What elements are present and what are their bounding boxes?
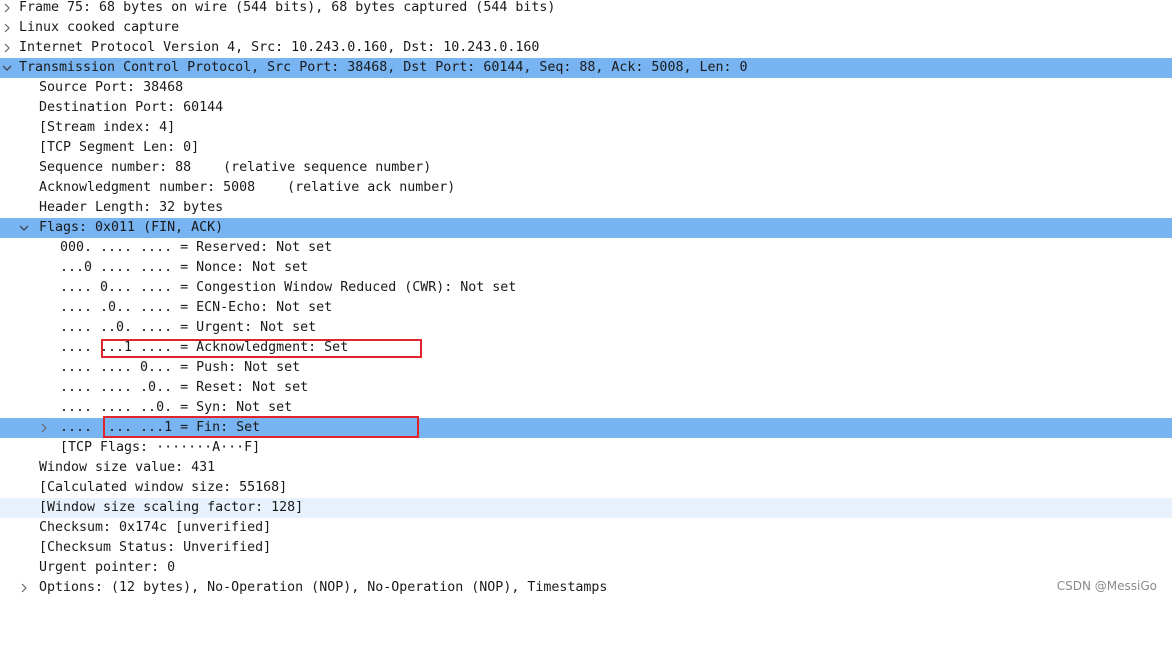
tree-row-flags[interactable]: Flags: 0x011 (FIN, ACK): [0, 218, 1172, 238]
tree-row-label: .... .... 0... = Push: Not set: [60, 360, 301, 375]
tree-row-sequence-number[interactable]: Sequence number: 88 (relative sequence n…: [0, 158, 1172, 178]
tree-row-label: .... .... ..0. = Syn: Not set: [60, 400, 293, 415]
tree-row-flag-push[interactable]: .... .... 0... = Push: Not set: [0, 358, 1172, 378]
tree-row-ack-number[interactable]: Acknowledgment number: 5008 (relative ac…: [0, 178, 1172, 198]
tree-row-label: [Calculated window size: 55168]: [39, 480, 288, 495]
tree-row-label: Sequence number: 88 (relative sequence n…: [39, 160, 432, 175]
packet-details-tree: Frame 75: 68 bytes on wire (544 bits), 6…: [0, 0, 1172, 598]
tree-row-window-size[interactable]: Window size value: 431: [0, 458, 1172, 478]
chevron-right-icon[interactable]: [1, 18, 13, 38]
tree-row-stream-index[interactable]: [Stream index: 4]: [0, 118, 1172, 138]
tree-row-label: Internet Protocol Version 4, Src: 10.243…: [19, 40, 540, 55]
tree-row-label: Linux cooked capture: [19, 20, 180, 35]
tree-row-label: Checksum: 0x174c [unverified]: [39, 520, 272, 535]
tree-row-checksum-status[interactable]: [Checksum Status: Unverified]: [0, 538, 1172, 558]
tree-row-linux-cooked[interactable]: Linux cooked capture: [0, 18, 1172, 38]
tree-row-label: Frame 75: 68 bytes on wire (544 bits), 6…: [19, 0, 556, 15]
tree-row-label: Urgent pointer: 0: [39, 560, 176, 575]
tree-row-flag-nonce[interactable]: ...0 .... .... = Nonce: Not set: [0, 258, 1172, 278]
tree-row-flag-urgent[interactable]: .... ..0. .... = Urgent: Not set: [0, 318, 1172, 338]
tree-row-frame[interactable]: Frame 75: 68 bytes on wire (544 bits), 6…: [0, 0, 1172, 18]
chevron-right-icon[interactable]: [1, 38, 13, 58]
tree-row-flag-reset[interactable]: .... .... .0.. = Reset: Not set: [0, 378, 1172, 398]
tree-row-label: .... ..0. .... = Urgent: Not set: [60, 320, 317, 335]
tree-row-scaling-factor[interactable]: [Window size scaling factor: 128]: [0, 498, 1172, 518]
tree-row-label: .... .0.. .... = ECN-Echo: Not set: [60, 300, 333, 315]
tree-row-label: [TCP Segment Len: 0]: [39, 140, 200, 155]
tree-row-label: [Checksum Status: Unverified]: [39, 540, 272, 555]
tree-row-label: Destination Port: 60144: [39, 100, 224, 115]
tree-row-segment-len[interactable]: [TCP Segment Len: 0]: [0, 138, 1172, 158]
tree-row-checksum[interactable]: Checksum: 0x174c [unverified]: [0, 518, 1172, 538]
tree-row-calculated-window[interactable]: [Calculated window size: 55168]: [0, 478, 1172, 498]
tree-row-label: .... ...1 .... = Acknowledgment: Set: [60, 340, 349, 355]
tree-row-label: [TCP Flags: ·······A···F]: [60, 440, 261, 455]
chevron-right-icon[interactable]: [38, 418, 50, 438]
chevron-right-icon[interactable]: [18, 578, 30, 598]
tree-row-flag-reserved[interactable]: 000. .... .... = Reserved: Not set: [0, 238, 1172, 258]
tree-row-urgent-pointer[interactable]: Urgent pointer: 0: [0, 558, 1172, 578]
tree-row-flag-ack[interactable]: .... ...1 .... = Acknowledgment: Set: [0, 338, 1172, 358]
tree-row-label: [Stream index: 4]: [39, 120, 176, 135]
tree-row-label: Window size value: 431: [39, 460, 216, 475]
chevron-down-icon[interactable]: [1, 58, 13, 78]
tree-row-label: Header Length: 32 bytes: [39, 200, 224, 215]
tree-row-options[interactable]: Options: (12 bytes), No-Operation (NOP),…: [0, 578, 1172, 598]
tree-row-flag-fin[interactable]: .... .... ...1 = Fin: Set: [0, 418, 1172, 438]
tree-row-flag-cwr[interactable]: .... 0... .... = Congestion Window Reduc…: [0, 278, 1172, 298]
tree-row-header-length[interactable]: Header Length: 32 bytes: [0, 198, 1172, 218]
tree-row-tcp-flags[interactable]: [TCP Flags: ·······A···F]: [0, 438, 1172, 458]
tree-row-label: ...0 .... .... = Nonce: Not set: [60, 260, 309, 275]
watermark: CSDN @MessiGo: [1056, 579, 1157, 593]
tree-row-ipv4[interactable]: Internet Protocol Version 4, Src: 10.243…: [0, 38, 1172, 58]
tree-row-label: Source Port: 38468: [39, 80, 184, 95]
tree-row-flag-syn[interactable]: .... .... ..0. = Syn: Not set: [0, 398, 1172, 418]
tree-row-tcp[interactable]: Transmission Control Protocol, Src Port:…: [0, 58, 1172, 78]
chevron-right-icon[interactable]: [1, 0, 13, 18]
tree-row-label: Acknowledgment number: 5008 (relative ac…: [39, 180, 456, 195]
chevron-down-icon[interactable]: [18, 218, 30, 238]
tree-row-destination-port[interactable]: Destination Port: 60144: [0, 98, 1172, 118]
tree-row-label: 000. .... .... = Reserved: Not set: [60, 240, 333, 255]
tree-row-label: Options: (12 bytes), No-Operation (NOP),…: [39, 580, 608, 595]
tree-row-label: .... .... ...1 = Fin: Set: [60, 420, 261, 435]
tree-row-source-port[interactable]: Source Port: 38468: [0, 78, 1172, 98]
tree-row-label: Flags: 0x011 (FIN, ACK): [39, 220, 224, 235]
tree-row-label: [Window size scaling factor: 128]: [39, 500, 304, 515]
tree-row-label: .... 0... .... = Congestion Window Reduc…: [60, 280, 517, 295]
tree-row-label: .... .... .0.. = Reset: Not set: [60, 380, 309, 395]
tree-row-label: Transmission Control Protocol, Src Port:…: [19, 60, 748, 75]
tree-row-flag-ecn[interactable]: .... .0.. .... = ECN-Echo: Not set: [0, 298, 1172, 318]
